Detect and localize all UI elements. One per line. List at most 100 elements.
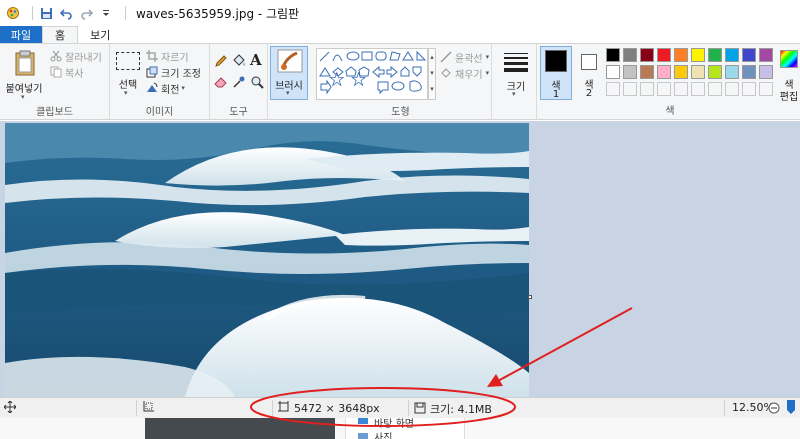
select-rect-icon <box>116 52 140 70</box>
size-button[interactable]: 크기 ▾ <box>498 48 534 100</box>
rotate-button[interactable]: 회전 ▾ <box>146 81 185 96</box>
palette-swatch[interactable] <box>725 82 739 96</box>
fill-icon <box>440 67 452 79</box>
color-picker-icon[interactable] <box>232 75 246 92</box>
selection-size <box>142 401 154 416</box>
pencil-icon[interactable] <box>214 54 228 71</box>
zoom-slider-thumb-icon <box>787 400 795 414</box>
zoom-slider-thumb[interactable] <box>786 400 796 414</box>
copy-button[interactable]: 복사 <box>50 65 83 80</box>
palette-swatch[interactable] <box>674 65 688 79</box>
palette-swatch[interactable] <box>742 82 756 96</box>
palette-swatch[interactable] <box>606 48 620 62</box>
select-button[interactable]: 선택 ▾ <box>112 48 144 100</box>
zoom-out-button[interactable] <box>768 402 780 417</box>
palette-swatch[interactable] <box>674 82 688 96</box>
palette-swatch[interactable] <box>691 48 705 62</box>
palette-swatch[interactable] <box>708 82 722 96</box>
save-icon[interactable] <box>39 6 53 20</box>
tools-group-label: 도구 <box>229 107 248 118</box>
palette-swatch[interactable] <box>623 65 637 79</box>
edit-colors-label2: 편집 <box>779 92 799 103</box>
color-palette <box>606 48 776 102</box>
palette-swatch[interactable] <box>657 65 671 79</box>
rotate-caret-icon: ▾ <box>181 84 185 92</box>
title-separator <box>32 6 33 20</box>
palette-swatch[interactable] <box>708 48 722 62</box>
cut-button[interactable]: 잘라내기 <box>50 49 102 64</box>
palette-swatch[interactable] <box>674 48 688 62</box>
fill-button[interactable]: 채우기 ▾ <box>440 66 490 81</box>
resize-icon <box>146 66 158 78</box>
resize-button[interactable]: 크기 조정 <box>146 65 201 80</box>
magnifier-icon[interactable] <box>250 75 264 92</box>
shapes-group-label: 도형 <box>391 107 410 118</box>
scissors-icon <box>50 50 62 62</box>
background-dark-panel <box>145 418 335 439</box>
status-separator-3 <box>408 400 409 416</box>
cursor-position <box>3 400 17 416</box>
palette-swatch[interactable] <box>606 82 620 96</box>
outline-button[interactable]: 윤곽선 ▾ <box>440 50 489 65</box>
paint-app-icon[interactable] <box>6 6 20 20</box>
copy-icon <box>50 66 62 78</box>
brush-button[interactable]: 브러시 ▾ <box>270 46 308 100</box>
shapes-scroll-icon[interactable]: ▴ ▾ ▾ <box>428 48 436 100</box>
palette-swatch[interactable] <box>640 82 654 96</box>
palette-swatch[interactable] <box>708 65 722 79</box>
tab-view[interactable]: 보기 <box>78 26 122 43</box>
palette-swatch[interactable] <box>606 65 620 79</box>
cut-label: 잘라내기 <box>65 52 102 64</box>
canvas-workspace[interactable] <box>0 121 800 397</box>
tab-home[interactable]: 홈 <box>42 26 79 43</box>
fill-bucket-icon[interactable] <box>232 54 246 71</box>
text-tool-icon[interactable]: A <box>250 51 262 69</box>
palette-swatch[interactable] <box>759 82 773 96</box>
crop-button[interactable]: 자르기 <box>146 49 189 64</box>
crop-label: 자르기 <box>161 52 189 64</box>
palette-swatch[interactable] <box>657 48 671 62</box>
rotate-label: 회전 <box>161 84 180 96</box>
image-dimensions: 5472 × 3648px <box>278 401 380 416</box>
disk-icon <box>414 402 426 417</box>
image-canvas[interactable] <box>5 123 529 397</box>
eraser-icon[interactable] <box>214 75 228 92</box>
palette-swatch[interactable] <box>623 82 637 96</box>
canvas-resize-handle[interactable] <box>528 295 532 299</box>
background-folder-panel: 바탕 화면 사진 <box>345 418 465 439</box>
palette-swatch[interactable] <box>725 65 739 79</box>
palette-swatch[interactable] <box>759 65 773 79</box>
palette-swatch[interactable] <box>691 65 705 79</box>
dimensions-icon <box>278 401 290 416</box>
paste-button[interactable]: 붙여넣기 ▾ <box>4 48 44 101</box>
status-separator-2 <box>272 400 273 416</box>
size-caret-icon: ▾ <box>512 90 516 98</box>
palette-swatch[interactable] <box>742 65 756 79</box>
palette-swatch[interactable] <box>742 48 756 62</box>
tab-file[interactable]: 파일 <box>0 26 42 43</box>
menu-tabs: 파일 홈 보기 <box>0 26 800 43</box>
palette-swatch[interactable] <box>640 48 654 62</box>
desktop-folder-label: 바탕 화면 <box>374 419 414 430</box>
clipboard-icon <box>15 50 35 79</box>
file-size: 크기: 4.1MB <box>414 401 492 417</box>
file-size-text: 크기: 4.1MB <box>430 403 492 416</box>
shapes-gallery-icons <box>319 50 427 95</box>
image-group: 선택 ▾ 자르기 크기 조정 회전 ▾ 이미지 <box>110 44 210 120</box>
redo-icon[interactable] <box>79 6 93 20</box>
customize-dropdown-icon[interactable] <box>99 6 113 20</box>
select-caret-icon: ▾ <box>124 89 128 97</box>
undo-icon[interactable] <box>59 6 73 20</box>
palette-swatch[interactable] <box>725 48 739 62</box>
palette-swatch[interactable] <box>657 82 671 96</box>
palette-swatch[interactable] <box>759 48 773 62</box>
edit-colors-button[interactable]: 색 편집 <box>778 48 800 103</box>
color2-button[interactable]: 색 2 <box>576 46 602 100</box>
shapes-gallery[interactable] <box>316 48 428 100</box>
palette-swatch[interactable] <box>691 82 705 96</box>
palette-swatch[interactable] <box>640 65 654 79</box>
fill-caret-icon: ▾ <box>485 69 490 77</box>
palette-swatch[interactable] <box>623 48 637 62</box>
color1-button[interactable]: 색 1 <box>540 46 572 100</box>
waves-photo <box>5 123 529 397</box>
